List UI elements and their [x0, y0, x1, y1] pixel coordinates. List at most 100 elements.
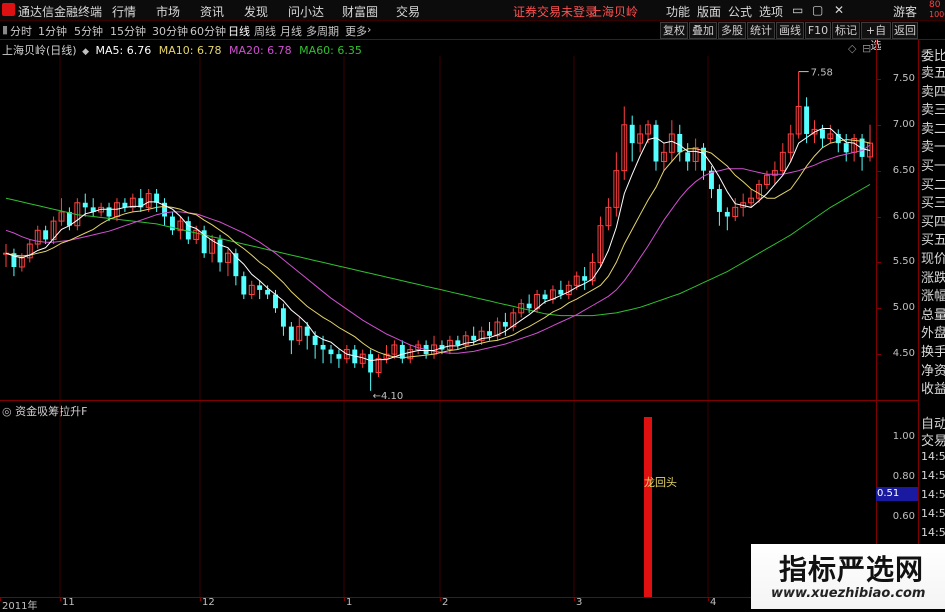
toolbar-back[interactable]: 返回 — [892, 22, 918, 39]
candle-body — [804, 106, 810, 134]
date-tick: 4 — [710, 597, 717, 608]
candle-body — [368, 354, 374, 373]
period-monthly[interactable]: 月线 — [280, 23, 302, 39]
menu-item-formula[interactable]: 公式 — [728, 3, 752, 20]
side-item-4: 卖一 — [921, 140, 945, 156]
candle-body — [265, 289, 271, 295]
candle-body — [677, 133, 683, 153]
period-5min[interactable]: 5分钟 — [74, 23, 103, 39]
side-time-3: 14:56 — [921, 507, 945, 520]
period-1min[interactable]: 1分钟 — [38, 23, 67, 39]
candle-body — [154, 193, 160, 203]
price-tick-mark — [877, 124, 881, 126]
side-time-0: 14:56 — [921, 450, 945, 463]
toolbar-multi-stock[interactable]: 多股 — [718, 22, 746, 39]
current-stock-name: 上海贝岭 — [590, 5, 639, 19]
menu-item-options[interactable]: 选项 — [759, 3, 783, 20]
price-tick: 7.50 — [892, 72, 915, 84]
side-item-7: 买三 — [921, 196, 945, 212]
period-multi[interactable]: 多周期 — [306, 23, 339, 39]
watermark-url: www.xuezhibiao.com — [771, 586, 926, 601]
settings-icon[interactable]: ⊟ — [862, 42, 871, 55]
menu-item-discover[interactable]: 发现 — [244, 3, 268, 20]
period-60min[interactable]: 60分钟 — [190, 23, 226, 39]
menu-item-news[interactable]: 资讯 — [200, 3, 224, 20]
side-item-2: 卖三 — [921, 103, 945, 119]
side-item-1: 卖四 — [921, 84, 945, 100]
toolbar-mark[interactable]: 标记 — [832, 22, 860, 39]
chevron-right-icon[interactable]: › — [367, 23, 371, 36]
toolbar-draw[interactable]: 画线 — [776, 22, 804, 39]
price-tick: 5.00 — [892, 302, 915, 314]
candle-body — [288, 326, 294, 341]
candle-body — [328, 349, 334, 355]
candle-body — [629, 124, 635, 144]
menu-item-market[interactable]: 市场 — [156, 3, 180, 20]
menu-item-wealth[interactable]: 财富圈 — [342, 3, 378, 20]
side-trade-label[interactable]: 交易 — [921, 430, 945, 449]
period-15min[interactable]: 15分钟 — [110, 23, 146, 39]
ma5-line — [5, 128, 871, 362]
indicator-tick: 0.80 — [892, 471, 915, 482]
candle-body — [82, 202, 88, 208]
period-toolbar: ▮ 分时 1分钟 5分钟 15分钟 30分钟 60分钟 日线 周线 月线 多周期… — [0, 21, 945, 52]
toolbar-restore-right[interactable]: 复权 — [660, 22, 688, 39]
price-tick-mark — [877, 308, 881, 310]
candle-body — [685, 152, 691, 162]
side-item-0: 卖五 — [921, 66, 945, 81]
candle-body — [819, 129, 825, 139]
candle-body — [653, 124, 659, 162]
candle-body — [66, 211, 72, 226]
side-item-3: 卖二 — [921, 121, 945, 137]
candlestick-chart[interactable]: 7.58 ←4.10 — [0, 56, 876, 400]
price-tick-mark — [877, 354, 881, 356]
candle-body — [312, 335, 318, 345]
menu-item-layout[interactable]: 版面 — [697, 3, 721, 20]
side-time-4: 14:56 — [921, 526, 945, 539]
corner-count-2: 1000 — [929, 10, 945, 19]
candle-body — [43, 230, 49, 240]
period-daily[interactable]: 日线 — [228, 23, 250, 39]
indicator-chart[interactable]: 龙回头 — [0, 401, 876, 597]
date-tick-mark — [708, 597, 709, 601]
date-tick: 1 — [346, 597, 353, 608]
diamond-icon[interactable]: ◇ — [848, 42, 856, 55]
app-logo-icon — [2, 3, 15, 16]
menu-item-trade[interactable]: 交易 — [396, 3, 420, 20]
period-intraday[interactable]: 分时 — [10, 23, 32, 39]
quote-side-panel: 委比 卖五 卖四 卖三 卖二 卖一 买一 买二 买三 买四 买五 现价 涨跌 涨幅 总量 外盘 换手 净资 收益 … — [918, 40, 945, 609]
watermark-banner: 指标严选网 www.xuezhibiao.com — [751, 544, 945, 609]
date-tick-mark — [200, 597, 201, 601]
low-price-label: ←4.10 — [373, 391, 404, 400]
date-tick: 2 — [442, 597, 449, 608]
collapse-icon[interactable]: ▮ — [2, 23, 8, 36]
menu-item-quotes[interactable]: 行情 — [112, 3, 136, 20]
app-title: 通达信金融终端 — [18, 5, 103, 19]
signal-bar — [644, 417, 652, 597]
candle-body — [542, 294, 548, 300]
guest-label[interactable]: 游客 — [893, 3, 917, 20]
toolbar-add-watchlist[interactable]: +自选 — [861, 22, 891, 52]
window-icon[interactable]: ▢ — [812, 3, 823, 17]
date-tick-mark — [344, 597, 345, 601]
period-30min[interactable]: 30分钟 — [152, 23, 188, 39]
menu-item-function[interactable]: 功能 — [666, 3, 690, 20]
side-time-2: 14:56 — [921, 488, 945, 501]
date-tick-mark — [0, 597, 1, 601]
price-axis: 4.505.005.506.006.507.007.500.400.600.80… — [876, 40, 919, 609]
more-button[interactable]: 更多 — [345, 23, 367, 39]
date-tick: 2011年 — [2, 601, 38, 612]
toolbar-overlay[interactable]: 叠加 — [689, 22, 717, 39]
toolbar-statistics[interactable]: 统计 — [747, 22, 775, 39]
side-item-6: 买二 — [921, 177, 945, 193]
toolbar-f10[interactable]: F10 — [805, 22, 831, 39]
period-weekly[interactable]: 周线 — [254, 23, 276, 39]
signal-label: 龙回头 — [644, 476, 677, 489]
menu-item-ask[interactable]: 问小达 — [288, 3, 324, 20]
candle-body — [122, 202, 128, 208]
date-axis: 2011年 11 12 1 2 3 4 — [0, 597, 876, 612]
minimize-icon[interactable]: ▭ — [792, 3, 803, 17]
close-icon[interactable]: ✕ — [834, 3, 844, 17]
trade-status[interactable]: 证券交易未登录 — [513, 3, 597, 20]
side-item-8: 买四 — [921, 214, 945, 230]
